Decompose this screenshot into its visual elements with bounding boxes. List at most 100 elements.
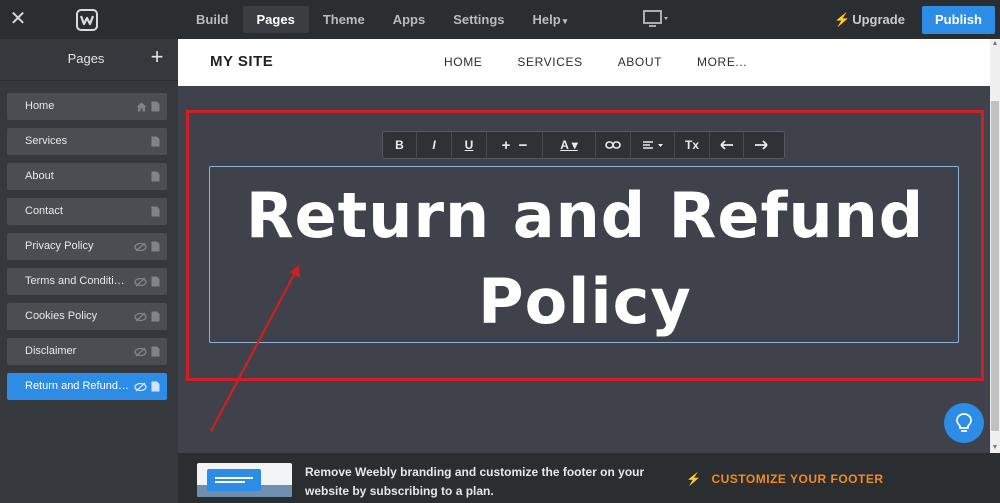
site-header: MY SITE HOME SERVICES ABOUT MORE... <box>178 39 990 86</box>
text-format-toolbar: B I U + − A ▾ Tx <box>382 131 785 159</box>
sidebar-page-item[interactable]: Cookies Policy <box>7 303 167 330</box>
clear-format-button[interactable]: Tx <box>675 132 710 158</box>
sidebar-page-label: Services <box>25 135 68 147</box>
page-item-icons <box>151 136 160 147</box>
page-item-icons <box>136 101 160 112</box>
sidebar-page-item[interactable]: Privacy Policy <box>7 233 167 260</box>
hidden-eye-icon <box>134 277 147 286</box>
bold-button[interactable]: B <box>383 132 417 158</box>
page-icon <box>151 381 160 392</box>
site-nav-item[interactable]: ABOUT <box>618 55 662 69</box>
underline-button[interactable]: U <box>452 132 487 158</box>
upgrade-label: Upgrade <box>852 12 905 27</box>
sidebar-page-label: Contact <box>25 205 63 217</box>
sidebar-page-label: Cookies Policy <box>25 310 98 322</box>
scroll-up-arrow[interactable]: ▲ <box>990 39 1000 49</box>
link-button[interactable] <box>596 132 631 158</box>
page-icon <box>151 206 160 217</box>
scroll-thumb[interactable] <box>991 101 999 431</box>
italic-button[interactable]: I <box>417 132 452 158</box>
sidebar-page-label: Privacy Policy <box>25 240 94 252</box>
close-icon[interactable]: ✕ <box>8 8 28 30</box>
sidebar-page-item[interactable]: Terms and Conditions <box>7 268 167 295</box>
editor-canvas[interactable]: MY SITE HOME SERVICES ABOUT MORE... B I U +… <box>178 39 990 453</box>
home-icon <box>136 102 147 111</box>
add-page-button[interactable]: + <box>148 45 166 69</box>
nav-help[interactable]: Help ▾ <box>519 6 582 33</box>
nav-apps[interactable]: Apps <box>379 6 440 33</box>
help-lightbulb-button[interactable] <box>944 403 984 443</box>
footer-preview-image <box>197 463 292 497</box>
sidebar-page-item[interactable]: Contact <box>7 198 167 225</box>
nav-build[interactable]: Build <box>182 6 243 33</box>
sidebar-title: Pages <box>67 51 105 66</box>
upgrade-link[interactable]: ⚡ Upgrade <box>834 10 905 29</box>
nav-label: Theme <box>322 12 365 27</box>
font-size-button[interactable]: + − <box>487 132 543 158</box>
weebly-logo-icon[interactable] <box>76 9 98 31</box>
lightning-icon: ⚡ <box>686 472 702 486</box>
nav-label: Help <box>532 12 561 27</box>
page-icon <box>151 276 160 287</box>
align-left-icon <box>642 141 663 149</box>
nav-theme[interactable]: Theme <box>309 6 379 33</box>
sidebar-page-item[interactable]: Disclaimer <box>7 338 167 365</box>
sidebar-page-label: Disclaimer <box>25 345 77 357</box>
page-heading[interactable]: Return and Refund Policy <box>210 173 960 345</box>
hidden-eye-icon <box>134 242 147 251</box>
sidebar-page-label: About <box>25 170 54 182</box>
redo-icon <box>755 140 768 150</box>
page-item-icons <box>134 241 160 252</box>
sidebar-page-item[interactable]: About <box>7 163 167 190</box>
page-item-icons <box>134 311 160 322</box>
page-item-icons <box>151 206 160 217</box>
hidden-eye-icon <box>134 347 147 356</box>
pages-sidebar: Pages + Home Services About Contact Privacy … <box>0 39 178 503</box>
page-heading-line-2: Policy <box>478 265 692 338</box>
undo-icon <box>719 140 733 150</box>
page-item-icons <box>134 381 160 392</box>
sidebar-page-item[interactable]: Home <box>7 93 167 120</box>
site-nav: HOME SERVICES ABOUT MORE... <box>444 55 782 69</box>
undo-button[interactable] <box>710 132 744 158</box>
device-preview-icon[interactable] <box>640 8 672 30</box>
site-title[interactable]: MY SITE <box>210 53 273 70</box>
footer-promo-text: Remove Weebly branding and customize the… <box>305 465 645 498</box>
canvas-scrollbar[interactable]: ▲ ▼ <box>990 39 1000 453</box>
page-icon <box>151 241 160 252</box>
sidebar-page-label: Home <box>25 100 55 112</box>
clear-format-label: Tx <box>684 138 699 152</box>
align-button[interactable] <box>631 132 675 158</box>
customize-footer-label: CUSTOMIZE YOUR FOOTER <box>711 472 884 486</box>
sidebar-page-item[interactable]: Services <box>7 128 167 155</box>
top-bar: ✕ Build Pages Theme Apps Settings Help ▾ ⚡ Upgr… <box>0 0 1000 39</box>
scroll-down-arrow[interactable]: ▼ <box>990 443 1000 453</box>
nav-label: Build <box>196 12 229 27</box>
lightbulb-icon <box>956 413 972 432</box>
nav-settings[interactable]: Settings <box>439 6 518 33</box>
lightning-icon: ⚡ <box>834 12 851 27</box>
caret-down-icon: ▾ <box>562 16 568 26</box>
publish-button[interactable]: Publish <box>922 6 995 34</box>
page-icon <box>151 346 160 357</box>
italic-label: I <box>432 138 436 152</box>
text-color-label: A ▾ <box>560 138 578 152</box>
page-icon <box>151 101 160 112</box>
text-color-button[interactable]: A ▾ <box>543 132 596 158</box>
site-nav-item[interactable]: HOME <box>444 55 482 69</box>
page-item-icons <box>151 171 160 182</box>
redo-button[interactable] <box>744 132 778 158</box>
site-nav-item[interactable]: MORE... <box>697 55 747 69</box>
site-nav-item[interactable]: SERVICES <box>517 55 582 69</box>
page-icon <box>151 311 160 322</box>
page-icon <box>151 136 160 147</box>
customize-footer-link[interactable]: ⚡ CUSTOMIZE YOUR FOOTER <box>686 472 884 486</box>
hidden-eye-icon <box>134 382 147 391</box>
page-heading-block[interactable]: Return and Refund Policy <box>209 166 959 343</box>
sidebar-page-item[interactable]: Return and Refund Policy <box>7 373 167 400</box>
main-nav: Build Pages Theme Apps Settings Help ▾ <box>182 6 581 33</box>
sidebar-header: Pages + <box>0 39 178 81</box>
nav-pages[interactable]: Pages <box>242 6 309 33</box>
nav-label: Pages <box>256 12 295 27</box>
page-icon <box>151 171 160 182</box>
